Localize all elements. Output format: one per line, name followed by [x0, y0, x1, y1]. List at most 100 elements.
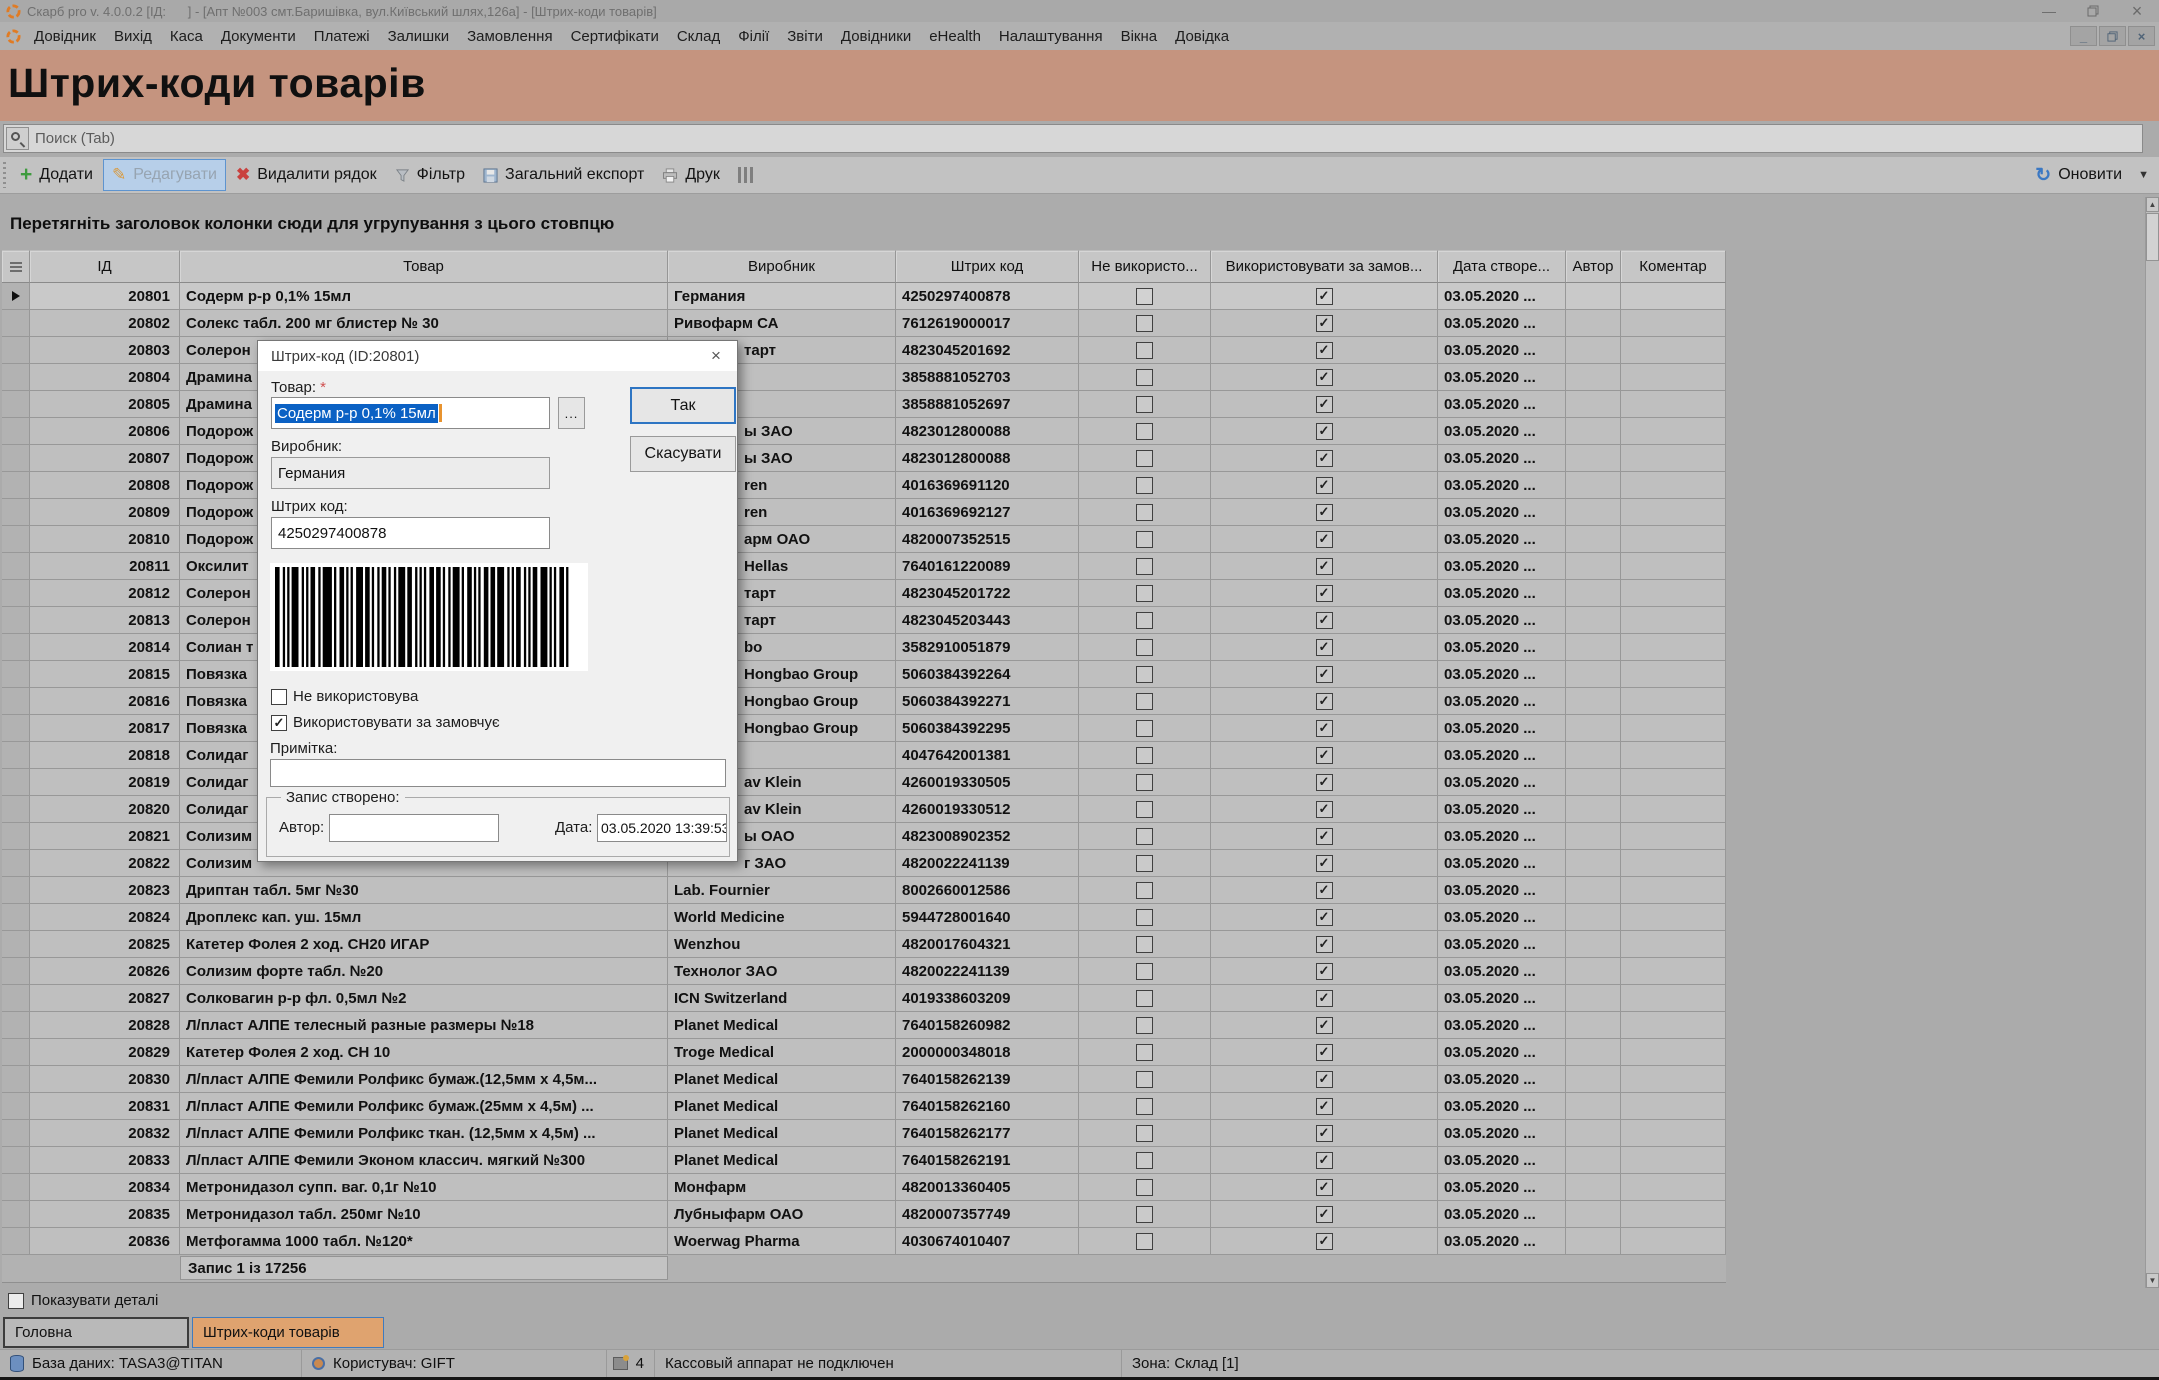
date-cell[interactable]: 03.05.2020 ...	[1438, 1066, 1566, 1093]
row-checkbox[interactable]	[1136, 666, 1153, 683]
manufacturer-cell[interactable]: Planet Medical	[668, 1093, 896, 1120]
row-checkbox[interactable]	[1136, 720, 1153, 737]
date-cell[interactable]: 03.05.2020 ...	[1438, 985, 1566, 1012]
author-cell[interactable]	[1566, 607, 1621, 634]
tab-barcodes[interactable]: Штрих-коди товарів	[192, 1317, 384, 1348]
barcode-cell[interactable]: 5060384392295	[896, 715, 1079, 742]
id-cell[interactable]: 20803	[30, 337, 180, 364]
comment-cell[interactable]	[1621, 364, 1726, 391]
author-cell[interactable]	[1566, 499, 1621, 526]
manufacturer-cell[interactable]: World Medicine	[668, 904, 896, 931]
date-cell[interactable]: 03.05.2020 ...	[1438, 823, 1566, 850]
row-indicator-cell[interactable]	[2, 634, 30, 661]
manufacturer-cell[interactable]: Planet Medical	[668, 1066, 896, 1093]
row-checkbox[interactable]	[1136, 1125, 1153, 1142]
show-details-toggle[interactable]: Показувати деталі	[8, 1292, 158, 1309]
manufacturer-cell[interactable]: Ривофарм СА	[668, 310, 896, 337]
comment-cell[interactable]	[1621, 580, 1726, 607]
default-cell[interactable]	[1211, 1012, 1438, 1039]
comment-cell[interactable]	[1621, 1201, 1726, 1228]
column-header-manufacturer[interactable]: Виробник	[668, 250, 896, 283]
row-checkbox[interactable]	[1316, 801, 1333, 818]
table-row[interactable]: 20827Солковагин р-р фл. 0,5мл №2ICN Swit…	[2, 985, 1726, 1012]
default-cell[interactable]	[1211, 1228, 1438, 1255]
barcode-cell[interactable]: 4019338603209	[896, 985, 1079, 1012]
comment-cell[interactable]	[1621, 526, 1726, 553]
comment-cell[interactable]	[1621, 445, 1726, 472]
table-row[interactable]: 20833Л/пласт АЛПЕ Фемили Эконом классич.…	[2, 1147, 1726, 1174]
default-cell[interactable]	[1211, 418, 1438, 445]
notused-cell[interactable]	[1079, 607, 1211, 634]
author-cell[interactable]	[1566, 418, 1621, 445]
comment-cell[interactable]	[1621, 688, 1726, 715]
author-cell[interactable]	[1566, 1012, 1621, 1039]
row-checkbox[interactable]	[1316, 1233, 1333, 1250]
row-checkbox[interactable]	[1316, 909, 1333, 926]
row-indicator-cell[interactable]	[2, 391, 30, 418]
id-cell[interactable]: 20821	[30, 823, 180, 850]
comment-cell[interactable]	[1621, 1039, 1726, 1066]
table-row[interactable]: 20836Метфогамма 1000 табл. №120*Woerwag …	[2, 1228, 1726, 1255]
row-checkbox[interactable]	[1136, 423, 1153, 440]
row-indicator-cell[interactable]	[2, 769, 30, 796]
notused-cell[interactable]	[1079, 553, 1211, 580]
id-cell[interactable]: 20827	[30, 985, 180, 1012]
product-cell[interactable]: Дриптан табл. 5мг №30	[180, 877, 668, 904]
manufacturer-cell[interactable]: Woerwag Pharma	[668, 1228, 896, 1255]
row-checkbox[interactable]	[1136, 747, 1153, 764]
comment-cell[interactable]	[1621, 337, 1726, 364]
barcode-cell[interactable]: 7640158260982	[896, 1012, 1079, 1039]
table-row[interactable]: 20832Л/пласт АЛПЕ Фемили Ролфикс ткан. (…	[2, 1120, 1726, 1147]
row-checkbox[interactable]	[1136, 585, 1153, 602]
date-cell[interactable]: 03.05.2020 ...	[1438, 445, 1566, 472]
restore-icon[interactable]	[2071, 0, 2115, 22]
tab-main[interactable]: Головна	[3, 1317, 189, 1348]
notused-cell[interactable]	[1079, 1201, 1211, 1228]
notused-cell[interactable]	[1079, 1039, 1211, 1066]
product-cell[interactable]: Метронидазол табл. 250мг №10	[180, 1201, 668, 1228]
default-cell[interactable]	[1211, 850, 1438, 877]
comment-cell[interactable]	[1621, 661, 1726, 688]
id-cell[interactable]: 20805	[30, 391, 180, 418]
author-cell[interactable]	[1566, 877, 1621, 904]
author-cell[interactable]	[1566, 1147, 1621, 1174]
barcode-cell[interactable]: 4820007352515	[896, 526, 1079, 553]
id-cell[interactable]: 20804	[30, 364, 180, 391]
row-indicator-cell[interactable]	[2, 364, 30, 391]
notused-cell[interactable]	[1079, 418, 1211, 445]
cancel-button[interactable]: Скасувати	[630, 436, 736, 472]
row-checkbox[interactable]	[1136, 1179, 1153, 1196]
default-cell[interactable]	[1211, 553, 1438, 580]
barcode-cell[interactable]: 4820017604321	[896, 931, 1079, 958]
row-checkbox[interactable]	[1136, 693, 1153, 710]
id-cell[interactable]: 20831	[30, 1093, 180, 1120]
product-cell[interactable]: Солизим форте табл. №20	[180, 958, 668, 985]
date-cell[interactable]: 03.05.2020 ...	[1438, 283, 1566, 310]
vertical-scrollbar[interactable]: ▲ ▼	[2145, 197, 2159, 1288]
search-icon[interactable]	[6, 127, 29, 150]
notused-cell[interactable]	[1079, 1147, 1211, 1174]
product-cell[interactable]: Катетер Фолея 2 ход. СН20 ИГАР	[180, 931, 668, 958]
comment-cell[interactable]	[1621, 931, 1726, 958]
default-cell[interactable]	[1211, 310, 1438, 337]
barcode-cell[interactable]: 7640158262191	[896, 1147, 1079, 1174]
row-checkbox[interactable]	[1136, 963, 1153, 980]
id-cell[interactable]: 20835	[30, 1201, 180, 1228]
product-cell[interactable]: Л/пласт АЛПЕ Фемили Ролфикс бумаж.(25мм …	[180, 1093, 668, 1120]
date-cell[interactable]: 03.05.2020 ...	[1438, 850, 1566, 877]
menu-item-Замовлення[interactable]: Замовлення	[458, 25, 561, 48]
row-checkbox[interactable]	[1316, 1071, 1333, 1088]
minimize-icon[interactable]: —	[2027, 0, 2071, 22]
barcode-cell[interactable]: 7612619000017	[896, 310, 1079, 337]
notused-cell[interactable]	[1079, 283, 1211, 310]
row-indicator-cell[interactable]	[2, 337, 30, 364]
row-checkbox[interactable]	[1136, 396, 1153, 413]
table-row[interactable]: 20834Метронидазол супп. ваг. 0,1г №10Мон…	[2, 1174, 1726, 1201]
barcode-cell[interactable]: 5060384392271	[896, 688, 1079, 715]
table-row[interactable]: 20824Дроплекс кап. уш. 15млWorld Medicin…	[2, 904, 1726, 931]
chevron-down-icon[interactable]: ▼	[2138, 169, 2149, 181]
row-checkbox[interactable]	[1316, 1098, 1333, 1115]
row-indicator-cell[interactable]	[2, 607, 30, 634]
product-cell[interactable]: Л/пласт АЛПЕ телесный разные размеры №18	[180, 1012, 668, 1039]
row-checkbox[interactable]	[1136, 288, 1153, 305]
